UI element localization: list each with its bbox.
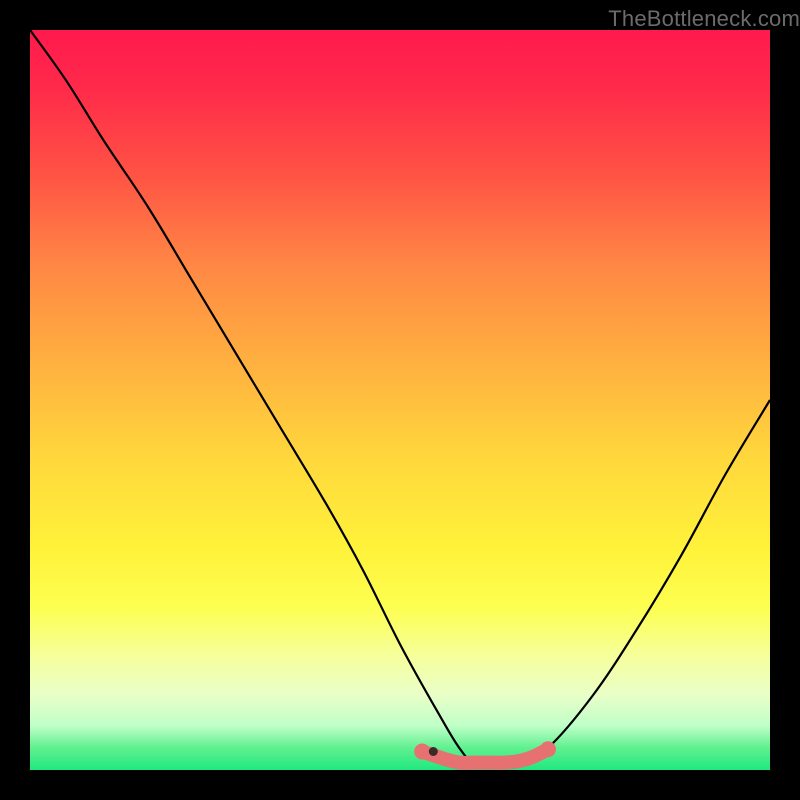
bottleneck-curve [30, 30, 770, 764]
watermark-text: TheBottleneck.com [608, 6, 800, 32]
chart-svg [30, 30, 770, 770]
valley-marker-path [422, 749, 548, 763]
plot-area [30, 30, 770, 770]
valley-marker-endcap [540, 741, 556, 757]
curve-point-marker [429, 747, 438, 756]
valley-marker-endcap [414, 744, 430, 760]
